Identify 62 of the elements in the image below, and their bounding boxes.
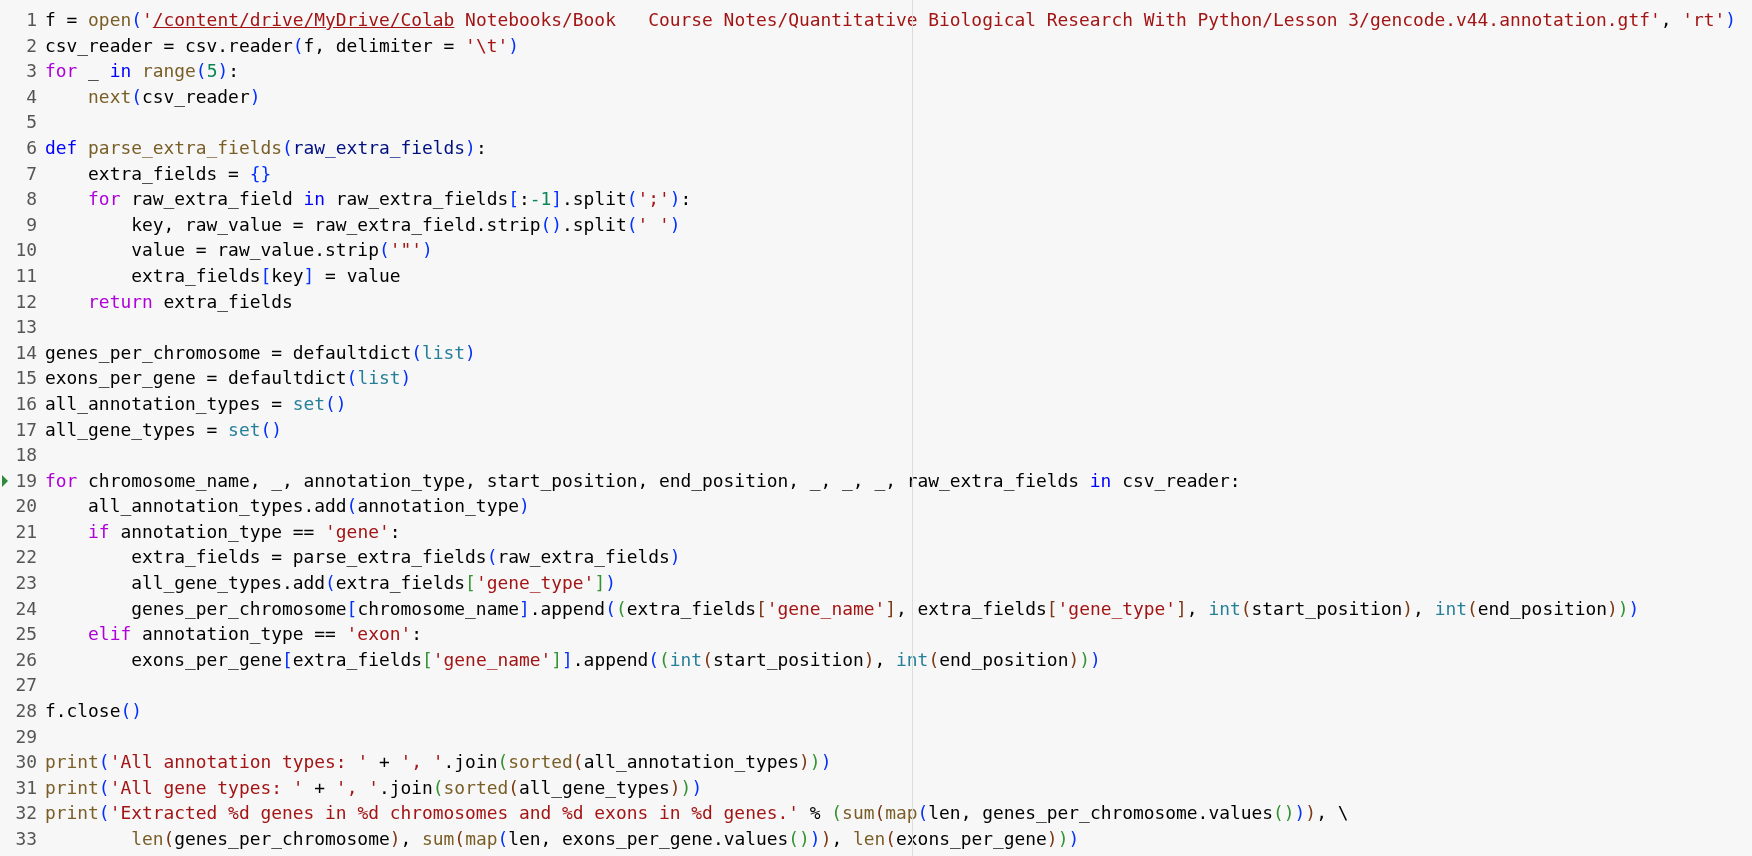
- code-line: elif annotation_type == 'exon':: [87, 622, 422, 647]
- line-number: 27: [15, 673, 37, 698]
- code-line: for chromosome_name, _, annotation_type, start_position, end_position, _, _, _, raw_extra_fields in csv_reader:: [45, 468, 1241, 493]
- line-number: 12: [15, 289, 37, 314]
- line-number: 32: [15, 801, 37, 826]
- code-line: all_annotation_types = set(): [45, 391, 347, 416]
- line-number: 4: [26, 84, 37, 109]
- code-line: exons_per_gene[extra_fields['gene_name']].append((int(start_position), int(end_position))): [130, 647, 1101, 672]
- code-line: all_gene_types = set(): [45, 417, 282, 442]
- code-line: def parse_extra_fields(raw_extra_fields):: [45, 135, 487, 160]
- line-number: 22: [15, 545, 37, 570]
- code-line: if annotation_type == 'gene':: [87, 519, 401, 544]
- code-line: exons_per_gene = defaultdict(list): [45, 366, 412, 391]
- line-number: 17: [15, 417, 37, 442]
- line-number: 8: [26, 187, 37, 212]
- file-path-link[interactable]: /content/drive/MyDrive/Colab: [152, 9, 455, 30]
- line-number: 24: [15, 596, 37, 621]
- code-line: return extra_fields: [87, 289, 293, 314]
- code-line: all_gene_types.add(extra_fields['gene_type']): [130, 571, 616, 596]
- code-line: genes_per_chromosome = defaultdict(list): [45, 340, 476, 365]
- line-number: 18: [15, 443, 37, 468]
- line-number: 25: [15, 622, 37, 647]
- line-number: 7: [26, 161, 37, 186]
- line-number: 30: [15, 750, 37, 775]
- code-line: print('Extracted %d genes in %d chromosomes and %d exons in %d genes.' % (sum(map(len, genes_per_chromosome.values())), \: [45, 801, 1349, 826]
- line-number: 14: [15, 340, 37, 365]
- code-line: f.close(): [45, 699, 142, 724]
- code-line: for _ in range(5):: [45, 59, 239, 84]
- line-number: 19: [15, 468, 37, 493]
- line-number: 33: [15, 827, 37, 851]
- line-number: 26: [15, 647, 37, 672]
- code-line: next(csv_reader): [87, 84, 261, 109]
- line-number: 11: [15, 263, 37, 288]
- line-number: 9: [26, 212, 37, 237]
- code-line: extra_fields = parse_extra_fields(raw_extra_fields): [130, 545, 681, 570]
- code-line: extra_fields[key] = value: [130, 263, 401, 288]
- code-line: print('All annotation types: ' + ', '.join(sorted(all_annotation_types))): [45, 750, 832, 775]
- code-line: len(genes_per_chromosome), sum(map(len, exons_per_gene.values())), len(exons_per_gene))): [130, 827, 1080, 851]
- line-number: 10: [15, 238, 37, 263]
- line-number: 23: [15, 571, 37, 596]
- code-line: value = raw_value.strip('"'): [130, 238, 433, 263]
- code-line: genes_per_chromosome[chromosome_name].append((extra_fields['gene_name'], extra_fields['gene_type'], int(start_position), int(end_position))): [130, 596, 1640, 621]
- line-number: 31: [15, 775, 37, 800]
- line-number: 16: [15, 391, 37, 416]
- code-line: extra_fields = {}: [87, 161, 272, 186]
- line-number: 21: [15, 519, 37, 544]
- line-number: 1: [26, 8, 37, 32]
- code-line: csv_reader = csv.reader(f, delimiter = '\t'): [45, 33, 519, 58]
- code-line: all_annotation_types.add(annotation_type): [87, 494, 530, 519]
- line-number: 28: [15, 699, 37, 724]
- line-number: 5: [26, 110, 37, 135]
- code-line: f = open('/content/drive/MyDrive/Colab Notebooks/Book Course Notes/Quantitative Biological Research With Python/Lesson 3/gencode.v44.annotation.gtf', 'rt'): [45, 8, 1737, 32]
- code-line: for raw_extra_field in raw_extra_fields[:-1].split(';'):: [87, 187, 692, 212]
- code-line: print('All gene types: ' + ', '.join(sorted(all_gene_types))): [45, 775, 703, 800]
- line-number: 6: [26, 135, 37, 160]
- line-number: 29: [15, 724, 37, 749]
- code-line: key, raw_value = raw_extra_field.strip().split(' '): [130, 212, 681, 237]
- line-number: 15: [15, 366, 37, 391]
- line-number: 20: [15, 494, 37, 519]
- line-number: 2: [26, 33, 37, 58]
- line-number: 13: [15, 315, 37, 340]
- line-number: 3: [26, 59, 37, 84]
